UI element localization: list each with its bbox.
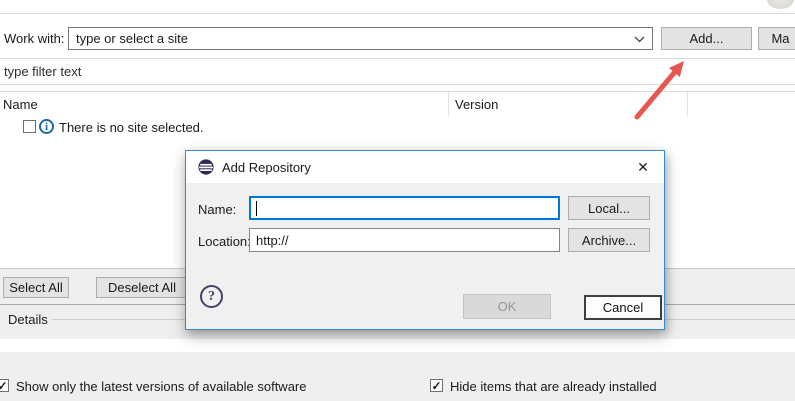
location-label: Location: [198,234,251,249]
table-top-border [0,91,795,92]
info-icon: i [39,119,54,134]
deselect-all-label: Deselect All [108,280,176,295]
location-input[interactable]: http:// [249,228,560,252]
location-input-value: http:// [256,233,289,248]
site-combobox[interactable]: type or select a site [68,27,653,50]
site-combobox-value: type or select a site [76,31,188,46]
local-button-label: Local... [588,201,630,216]
close-icon[interactable]: ✕ [632,157,654,177]
hide-installed-label[interactable]: Hide items that are already installed [450,379,657,394]
help-icon[interactable]: ? [200,285,223,308]
column-header-name[interactable]: Name [3,97,38,112]
ok-button[interactable]: OK [463,294,551,319]
show-latest-label[interactable]: Show only the latest versions of availab… [16,379,307,394]
empty-table-message: There is no site selected. [59,120,204,135]
add-button-label: Add... [690,31,724,46]
top-divider [0,13,795,14]
manage-button-label: Ma [771,31,789,46]
column-divider[interactable] [687,91,688,117]
cancel-button[interactable]: Cancel [584,295,662,320]
filter-input[interactable]: type filter text [0,58,795,85]
column-divider[interactable] [448,91,449,117]
hide-installed-checkbox[interactable]: ✓ [430,379,443,392]
filter-placeholder: type filter text [4,64,81,79]
column-header-version[interactable]: Version [455,97,498,112]
ok-button-label: OK [498,299,517,314]
dialog-title: Add Repository [222,160,311,175]
cursor-fragment [767,0,794,9]
deselect-all-button[interactable]: Deselect All [96,277,188,298]
work-with-label: Work with: [4,31,64,46]
show-latest-checkbox[interactable]: ✓ [0,379,9,392]
select-all-label: Select All [9,280,62,295]
check-icon: ✓ [0,380,8,392]
chevron-down-icon[interactable] [634,35,645,43]
site-row-checkbox[interactable] [23,120,36,133]
manage-button[interactable]: Ma [758,27,795,50]
archive-button-label: Archive... [582,233,636,248]
cancel-button-label: Cancel [603,300,643,315]
dialog-titlebar[interactable]: Add Repository ✕ [186,151,664,183]
check-icon: ✓ [431,380,441,392]
add-repository-dialog: Add Repository ✕ Name: Local... Location… [185,150,665,330]
local-button[interactable]: Local... [568,196,650,220]
name-label: Name: [198,202,236,217]
eclipse-logo-icon [198,159,214,175]
details-content-area [0,339,795,352]
add-button[interactable]: Add... [661,27,752,50]
select-all-button[interactable]: Select All [3,277,69,298]
name-input[interactable] [249,196,560,220]
text-caret [256,201,257,216]
archive-button[interactable]: Archive... [568,228,650,252]
details-group-label: Details [8,312,48,327]
